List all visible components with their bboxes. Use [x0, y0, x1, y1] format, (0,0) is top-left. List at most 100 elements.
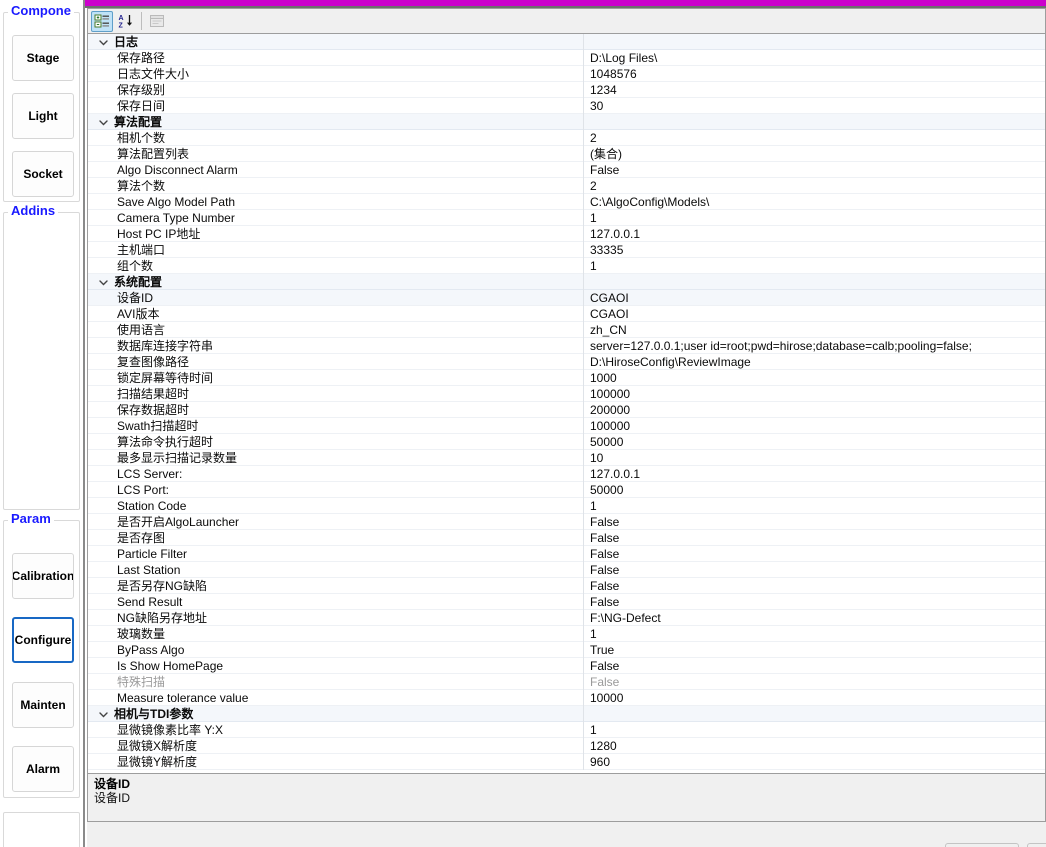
cancel-button-partial[interactable] [1027, 843, 1046, 847]
property-row[interactable]: LCS Port: 50000 [88, 481, 1045, 498]
property-row[interactable]: 最多显示扫描记录数量 10 [88, 449, 1045, 466]
property-row[interactable]: 是否开启AlgoLauncher False [88, 513, 1045, 530]
property-value[interactable]: 960 [584, 754, 1045, 770]
property-row[interactable]: 日志文件大小 1048576 [88, 65, 1045, 82]
property-value[interactable]: False [584, 578, 1045, 594]
property-value[interactable]: 2 [584, 178, 1045, 194]
sidebar-button-alarm[interactable]: Alarm [12, 746, 74, 792]
property-row[interactable]: 特殊扫描 False [88, 673, 1045, 690]
property-row[interactable]: Camera Type Number 1 [88, 209, 1045, 226]
property-value[interactable]: 1280 [584, 738, 1045, 754]
property-row[interactable]: NG缺陷另存地址 F:\NG-Defect [88, 609, 1045, 626]
property-value[interactable]: D:\Log Files\ [584, 50, 1045, 66]
property-value[interactable]: False [584, 514, 1045, 530]
property-row[interactable]: 锁定屏幕等待时间 1000 [88, 369, 1045, 386]
property-value[interactable]: CGAOI [584, 290, 1045, 306]
sidebar-button-stage[interactable]: Stage [12, 35, 74, 81]
property-category-row[interactable]: 算法配置 [88, 113, 1045, 130]
property-row[interactable]: ByPass Algo True [88, 641, 1045, 658]
property-pages-button[interactable] [146, 11, 168, 32]
property-row[interactable]: Station Code 1 [88, 497, 1045, 514]
property-row[interactable]: 显微镜Y解析度 960 [88, 753, 1045, 770]
property-value[interactable]: zh_CN [584, 322, 1045, 338]
property-row[interactable]: 保存路径 D:\Log Files\ [88, 49, 1045, 66]
property-category-row[interactable]: 系统配置 [88, 273, 1045, 290]
property-value[interactable]: C:\AlgoConfig\Models\ [584, 194, 1045, 210]
property-value[interactable]: 1 [584, 258, 1045, 274]
property-value[interactable]: False [584, 562, 1045, 578]
column-splitter[interactable] [583, 113, 584, 130]
property-row[interactable]: Swath扫描超时 100000 [88, 417, 1045, 434]
property-value[interactable]: 1 [584, 722, 1045, 738]
property-row[interactable]: 组个数 1 [88, 257, 1045, 274]
property-value[interactable]: 1000 [584, 370, 1045, 386]
sidebar-button-calibration[interactable]: Calibration [12, 553, 74, 599]
property-row[interactable]: 玻璃数量 1 [88, 625, 1045, 642]
property-row[interactable]: 算法命令执行超时 50000 [88, 433, 1045, 450]
property-row[interactable]: AVI版本 CGAOI [88, 305, 1045, 322]
property-row[interactable]: 显微镜像素比率 Y:X 1 [88, 721, 1045, 738]
property-value[interactable]: 10000 [584, 690, 1045, 706]
sidebar-button-configure[interactable]: Configure [12, 617, 74, 663]
property-row[interactable]: 算法配置列表 (集合) [88, 145, 1045, 162]
property-row[interactable]: 是否存图 False [88, 529, 1045, 546]
property-row[interactable]: Last Station False [88, 561, 1045, 578]
column-splitter[interactable] [583, 34, 584, 50]
property-row[interactable]: Save Algo Model Path C:\AlgoConfig\Models… [88, 193, 1045, 210]
property-value[interactable]: 1234 [584, 82, 1045, 98]
property-row[interactable]: 保存数据超时 200000 [88, 401, 1045, 418]
property-value[interactable]: 1 [584, 210, 1045, 226]
property-row[interactable]: 复查图像路径 D:\HiroseConfig\ReviewImage [88, 353, 1045, 370]
property-row[interactable]: 使用语言 zh_CN [88, 321, 1045, 338]
property-row[interactable]: LCS Server: 127.0.0.1 [88, 465, 1045, 482]
property-row[interactable]: 显微镜X解析度 1280 [88, 737, 1045, 754]
property-row[interactable]: Algo Disconnect Alarm False [88, 161, 1045, 178]
property-row[interactable]: 相机个数 2 [88, 129, 1045, 146]
property-row[interactable]: Measure tolerance value 10000 [88, 689, 1045, 706]
sidebar-button-mainten[interactable]: Mainten [12, 682, 74, 728]
property-value[interactable]: 200000 [584, 402, 1045, 418]
alphabetical-sort-button[interactable]: A Z [115, 11, 137, 32]
chevron-down-icon[interactable] [96, 34, 110, 50]
column-splitter[interactable] [583, 705, 584, 722]
property-category-row[interactable]: 日志 [88, 34, 1045, 50]
sidebar-button-socket[interactable]: Socket [12, 151, 74, 197]
property-value[interactable]: 1 [584, 626, 1045, 642]
property-grid[interactable]: 日志 保存路径 D:\Log Files\ 日志文件大小 1048576 保存级别 1234… [87, 34, 1046, 773]
property-row[interactable]: Is Show HomePage False [88, 657, 1045, 674]
property-value[interactable]: F:\NG-Defect [584, 610, 1045, 626]
property-value[interactable]: False [584, 674, 1045, 690]
property-value[interactable]: False [584, 530, 1045, 546]
property-value[interactable]: 50000 [584, 482, 1045, 498]
property-value[interactable]: False [584, 594, 1045, 610]
property-value[interactable]: 30 [584, 98, 1045, 114]
property-value[interactable]: (集合) [584, 146, 1045, 162]
property-row[interactable]: Host PC IP地址 127.0.0.1 [88, 225, 1045, 242]
property-value[interactable]: 100000 [584, 418, 1045, 434]
chevron-down-icon[interactable] [96, 114, 110, 130]
property-value[interactable]: 1 [584, 498, 1045, 514]
property-row[interactable]: 算法个数 2 [88, 177, 1045, 194]
property-value[interactable]: 10 [584, 450, 1045, 466]
property-row[interactable]: 主机端口 33335 [88, 241, 1045, 258]
property-value[interactable]: False [584, 162, 1045, 178]
property-row[interactable]: Send Result False [88, 593, 1045, 610]
chevron-down-icon[interactable] [96, 706, 110, 722]
property-value[interactable]: True [584, 642, 1045, 658]
property-value[interactable]: server=127.0.0.1;user id=root;pwd=hirose… [584, 338, 1045, 354]
property-value[interactable]: 1048576 [584, 66, 1045, 82]
property-row[interactable]: 保存级别 1234 [88, 81, 1045, 98]
property-category-row[interactable]: 相机与TDI参数 [88, 705, 1045, 722]
property-value[interactable]: 2 [584, 130, 1045, 146]
property-value[interactable]: D:\HiroseConfig\ReviewImage [584, 354, 1045, 370]
property-row[interactable]: Particle Filter False [88, 545, 1045, 562]
property-value[interactable]: 127.0.0.1 [584, 466, 1045, 482]
property-value[interactable]: 50000 [584, 434, 1045, 450]
property-row[interactable]: 是否另存NG缺陷 False [88, 577, 1045, 594]
ok-button-partial[interactable] [945, 843, 1019, 847]
property-value[interactable]: 127.0.0.1 [584, 226, 1045, 242]
categorized-view-button[interactable] [91, 10, 113, 32]
property-value[interactable]: 33335 [584, 242, 1045, 258]
property-row[interactable]: 扫描结果超时 100000 [88, 385, 1045, 402]
property-value[interactable]: False [584, 546, 1045, 562]
